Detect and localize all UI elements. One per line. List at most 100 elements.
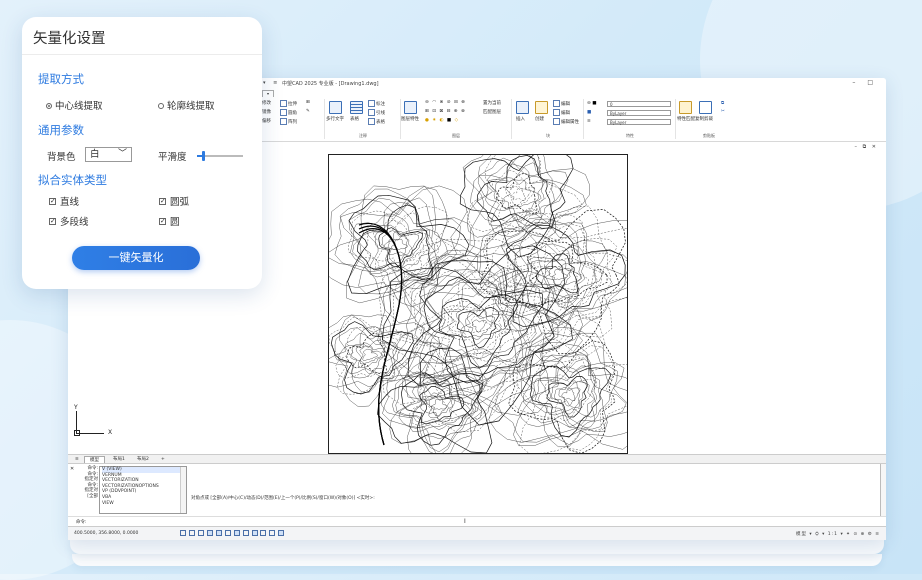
radio-dot-icon xyxy=(46,102,52,109)
tab-layout2[interactable]: 布局2 xyxy=(132,456,154,463)
ribbon-leader[interactable]: 引线 xyxy=(368,109,385,116)
ribbon-mtext[interactable]: 多行文字 xyxy=(326,116,344,122)
dimension-icon xyxy=(368,100,375,107)
selection-cycle-icon[interactable] xyxy=(260,530,267,536)
layer-state-icons[interactable]: ● ✷ ◐ ■ ◇ xyxy=(425,118,459,123)
section-entity-types: 拟合实体类型 xyxy=(38,173,107,187)
ribbon-table[interactable]: 表格 xyxy=(350,116,359,122)
ribbon-block-edit-2[interactable]: 编辑 xyxy=(553,109,570,116)
vectorize-button[interactable]: 一键矢量化 xyxy=(72,246,200,270)
ribbon-create[interactable]: 创建 xyxy=(535,116,544,122)
chevron-down-icon: ﹀ xyxy=(117,149,127,159)
panel-title: 矢量化设置 xyxy=(33,31,106,47)
ribbon-offset[interactable]: 偏移 xyxy=(262,118,271,124)
linetype-icon: ≡ xyxy=(587,119,591,124)
tab-layout1[interactable]: 布局1 xyxy=(108,456,130,463)
tab-add-button[interactable]: + xyxy=(156,456,170,463)
ribbon-erase-icon[interactable]: ⊞ xyxy=(306,100,310,105)
layer-swatch-icon: ⊜ ■ xyxy=(587,101,597,106)
table-small-icon xyxy=(368,118,375,125)
ribbon-modify[interactable]: 修改 xyxy=(262,100,271,106)
ribbon-set-current[interactable]: 置为当前 xyxy=(483,100,501,106)
checkbox-circle[interactable]: ✓ 圆 xyxy=(159,214,180,228)
group-label-block: 块 xyxy=(546,133,550,138)
transparency-icon[interactable] xyxy=(251,530,258,536)
smoothness-slider[interactable] xyxy=(197,151,243,161)
lineweight-icon[interactable] xyxy=(233,530,240,536)
checkbox-arc[interactable]: ✓ 圆弧 xyxy=(159,194,189,208)
mtext-icon[interactable] xyxy=(329,101,342,114)
autocomplete-item[interactable]: VIEW xyxy=(102,501,186,507)
ribbon-explode-icon[interactable]: ✎ xyxy=(306,109,310,114)
table-icon[interactable] xyxy=(350,101,363,114)
ribbon-match-layer[interactable]: 匹配图层 xyxy=(483,109,501,115)
quick-props-icon[interactable] xyxy=(278,530,285,536)
bg-color-select[interactable]: 白 ﹀ xyxy=(85,147,132,162)
command-history-text: 对角点或 [全部(A)/中心(C)/动态(D)/范围(E)/上一个(P)/比例(… xyxy=(191,496,375,501)
checkbox-check-icon: ✓ xyxy=(49,217,56,225)
text-cursor-icon: I xyxy=(464,518,466,525)
panel-divider xyxy=(22,54,262,55)
paste-icon[interactable] xyxy=(699,101,712,114)
command-history-labels: 命令: 命令: 指定对 命令: 指定对 [全部 xyxy=(84,466,99,499)
ribbon-dimension[interactable]: 标注 xyxy=(368,100,385,107)
layer-tool-icons-row1[interactable]: ⊖ ◠ ⊗ ⊘ ⊟ ⊕ xyxy=(425,100,466,105)
command-scrollbar[interactable] xyxy=(880,464,886,516)
ribbon-block-edit[interactable]: 编辑 xyxy=(553,100,570,107)
dyn-icon[interactable] xyxy=(242,530,249,536)
status-right-controls[interactable]: 模型 ▾ ⛭ ▾ 1:1 ▾ ✦ ⊙ ⊕ ⚙ ≡ xyxy=(796,531,880,537)
linetype-dropdown[interactable]: ByLayer xyxy=(607,119,671,125)
autocomplete-list[interactable]: V (VIEW) VERNUM VECTORIZATION VECTORIZAT… xyxy=(99,466,187,514)
polar-icon[interactable] xyxy=(206,530,213,536)
status-bar: 400.5000, 356.8000, 0.0000 模型 ▾ ⛭ ▾ 1:1 … xyxy=(68,526,886,540)
cut-icon[interactable]: ✂ xyxy=(721,109,725,114)
autocomplete-scrollbar[interactable] xyxy=(180,467,186,513)
ribbon-group-block: 插入 创建 编辑 编辑 编辑属性 块 xyxy=(513,99,584,139)
ribbon-fillet[interactable]: 圆角 xyxy=(280,109,297,116)
layer-properties-icon[interactable] xyxy=(404,101,417,114)
snap-icon[interactable] xyxy=(188,530,195,536)
ribbon-table-small[interactable]: 表格 xyxy=(368,118,385,125)
close-icon[interactable]: ✕ xyxy=(70,466,74,472)
window-stack-shadow-2 xyxy=(72,554,882,566)
checkbox-check-icon: ✓ xyxy=(159,197,166,205)
ribbon-stretch[interactable]: 拉伸 xyxy=(280,100,297,107)
grid-icon[interactable] xyxy=(180,530,186,536)
osnap-icon[interactable] xyxy=(215,530,222,536)
radio-outline[interactable]: 轮廓线提取 xyxy=(158,98,215,112)
vectorize-settings-panel: 矢量化设置 提取方式 中心线提取 轮廓线提取 通用参数 背景色 白 ﹀ 平滑度 … xyxy=(22,17,262,289)
status-toggle-icons xyxy=(180,530,286,537)
group-label-clipboard: 剪贴板 xyxy=(703,133,715,138)
viewport-controls[interactable]: – ⧉ ✕ xyxy=(855,144,878,150)
checkbox-check-icon: ✓ xyxy=(49,197,56,205)
ribbon-group-modify: 修改 镜像 偏移 拉伸 圆角 阵列 ⊞ ✎ xyxy=(260,99,325,139)
create-block-icon[interactable] xyxy=(535,101,548,114)
window-controls[interactable]: – □ xyxy=(852,79,878,86)
ribbon-edit-attribute[interactable]: 编辑属性 xyxy=(553,118,579,125)
otrack-icon[interactable] xyxy=(224,530,231,536)
ribbon-match-properties[interactable]: 特性匹配 xyxy=(677,116,695,122)
insert-block-icon[interactable] xyxy=(516,101,529,114)
radio-centerline[interactable]: 中心线提取 xyxy=(46,98,103,112)
match-properties-icon[interactable] xyxy=(679,101,692,114)
ribbon-group-properties: ⊜ ■ 0 ■ ByLayer ≡ ByLayer 特性 xyxy=(585,99,676,139)
layer-dropdown[interactable]: 0 xyxy=(607,101,671,107)
checkbox-polyline[interactable]: ✓ 多段线 xyxy=(49,214,89,228)
ribbon-array[interactable]: 阵列 xyxy=(280,118,297,125)
ribbon-copy-clip[interactable]: 复制剪裁 xyxy=(695,116,713,122)
tab-menu-icon[interactable]: ≡ xyxy=(70,456,84,463)
ribbon-layer-properties[interactable]: 图层特性 xyxy=(401,116,419,122)
checkbox-line[interactable]: ✓ 直线 xyxy=(49,194,79,208)
color-dropdown[interactable]: ByLayer xyxy=(607,110,671,116)
annotation-icon[interactable] xyxy=(269,530,276,536)
contour-lines-graphic xyxy=(329,155,627,453)
fillet-icon xyxy=(280,109,287,116)
copy-icon[interactable]: ⧉ xyxy=(721,100,724,106)
section-extract-method: 提取方式 xyxy=(38,72,84,86)
ribbon-insert[interactable]: 插入 xyxy=(516,116,525,122)
ortho-icon[interactable] xyxy=(197,530,204,536)
ribbon-mirror[interactable]: 镜像 xyxy=(262,109,271,115)
quick-access-toolbar[interactable]: ▾ ≡ xyxy=(263,80,280,86)
layer-tool-icons-row2[interactable]: ⊞ ⊡ ⊠ ⊟ ⊕ ⊗ xyxy=(425,109,466,114)
slider-handle[interactable] xyxy=(202,151,206,161)
